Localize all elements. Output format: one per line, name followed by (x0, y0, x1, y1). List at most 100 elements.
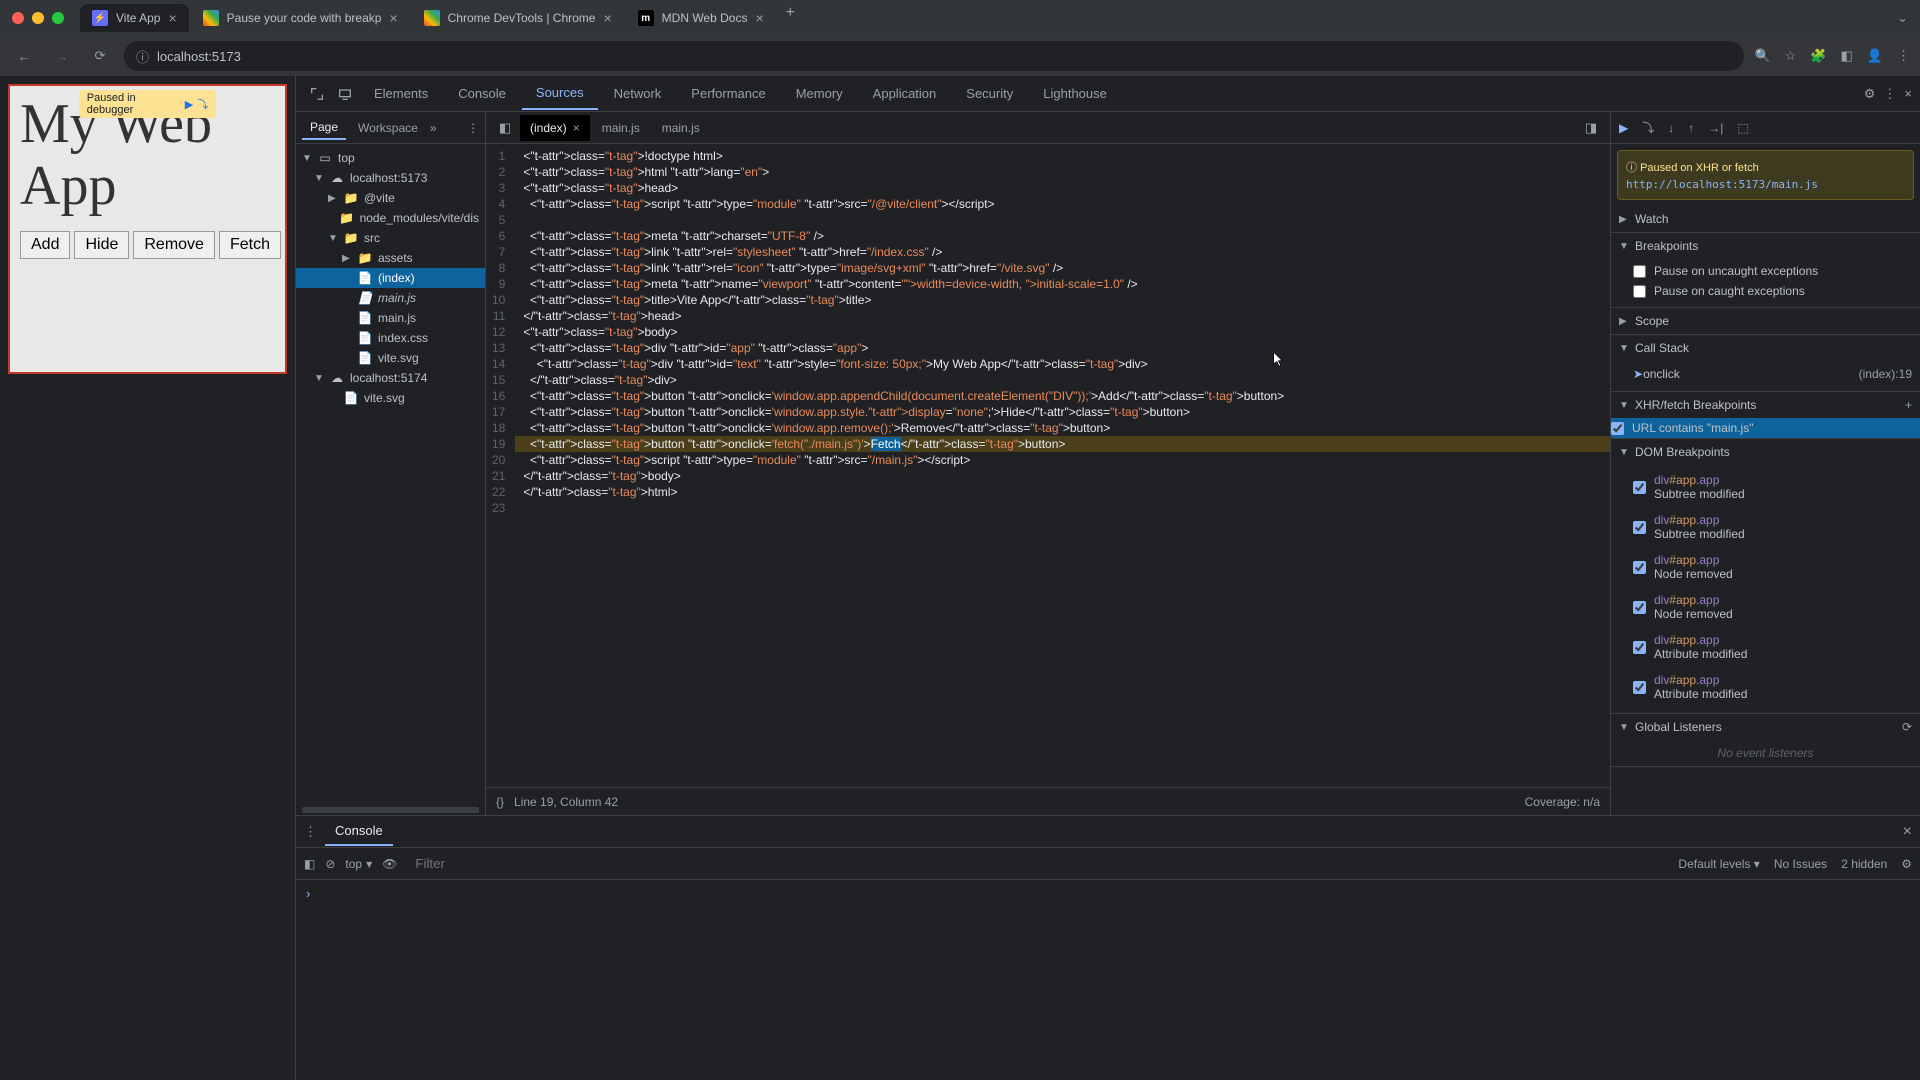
tab-sources[interactable]: Sources (522, 77, 598, 110)
close-tab-icon[interactable]: × (755, 10, 763, 26)
dom-breakpoint-item[interactable]: div#app.appAttribute modified (1633, 667, 1912, 707)
braces-icon[interactable]: {} (496, 795, 504, 809)
xhr-breakpoint-item[interactable]: URL contains "main.js" (1611, 418, 1920, 438)
nav-tab-workspace[interactable]: Workspace (350, 117, 426, 139)
maximize-window-icon[interactable] (52, 12, 64, 24)
editor-tab[interactable]: main.js (592, 115, 650, 141)
close-window-icon[interactable] (12, 12, 24, 24)
dom-breakpoint-item[interactable]: div#app.appSubtree modified (1633, 507, 1912, 547)
device-icon[interactable] (332, 81, 358, 107)
dom-breakpoint-item[interactable]: div#app.appAttribute modified (1633, 627, 1912, 667)
bookmark-icon[interactable]: ☆ (1785, 48, 1797, 64)
resume-icon[interactable]: ▶ (185, 98, 193, 111)
callstack-section[interactable]: ▼Call Stack (1611, 335, 1920, 361)
more-icon[interactable]: ⋮ (1883, 86, 1896, 102)
new-tab-button[interactable]: + (778, 4, 803, 32)
close-tab-icon[interactable]: × (389, 10, 397, 26)
tab-security[interactable]: Security (952, 78, 1027, 109)
zoom-icon[interactable]: 🔍 (1754, 48, 1770, 64)
tab-lighthouse[interactable]: Lighthouse (1029, 78, 1121, 109)
code-body[interactable]: 1234567891011121314151617181920212223 <"… (486, 144, 1610, 787)
tree-file[interactable]: 📄vite.svg (296, 388, 485, 408)
pause-uncaught-checkbox[interactable]: Pause on uncaught exceptions (1633, 261, 1912, 281)
close-tab-icon[interactable]: × (603, 10, 611, 26)
tree-folder[interactable]: 📁node_modules/vite/dis (296, 208, 485, 228)
resume-icon[interactable]: ▶ (1619, 121, 1628, 135)
add-button[interactable]: Add (20, 231, 70, 259)
dom-breakpoint-item[interactable]: div#app.appNode removed (1633, 587, 1912, 627)
menu-icon[interactable]: ⋮ (1897, 48, 1910, 64)
tab-overflow-icon[interactable]: ⌄ (1897, 10, 1908, 26)
close-devtools-icon[interactable]: × (1904, 86, 1912, 101)
forward-button[interactable]: → (48, 42, 76, 70)
resize-handle[interactable] (302, 807, 479, 813)
step-icon[interactable]: ⤵ (197, 96, 208, 112)
hidden-count[interactable]: 2 hidden (1841, 857, 1887, 871)
step-over-icon[interactable]: ⤵ (1642, 119, 1654, 136)
sidebar-toggle-icon[interactable]: ◧ (304, 857, 315, 871)
hide-button[interactable]: Hide (74, 231, 129, 259)
settings-icon[interactable]: ⚙ (1864, 86, 1876, 102)
inspect-icon[interactable] (304, 81, 330, 107)
tree-file-index[interactable]: 📄(index) (296, 268, 485, 288)
drawer-tab-console[interactable]: Console (325, 817, 393, 846)
breakpoints-section[interactable]: ▼Breakpoints (1611, 233, 1920, 259)
deactivate-breakpoints-icon[interactable]: ⬚ (1737, 121, 1748, 135)
site-info-icon[interactable]: ⓘ (136, 47, 149, 66)
step-icon[interactable]: →| (1708, 121, 1723, 135)
close-tab-icon[interactable]: × (168, 10, 176, 26)
pause-caught-checkbox[interactable]: Pause on caught exceptions (1633, 281, 1912, 301)
profile-icon[interactable]: 👤 (1867, 48, 1883, 64)
toggle-nav-icon[interactable]: ◧ (492, 115, 518, 141)
close-drawer-icon[interactable]: × (1903, 823, 1912, 841)
reload-button[interactable]: ⟳ (86, 42, 114, 70)
xhr-breakpoints-section[interactable]: ▼XHR/fetch Breakpoints+ (1611, 392, 1920, 418)
tree-folder[interactable]: ▶📁@vite (296, 188, 485, 208)
editor-tab[interactable]: (index)× (520, 115, 590, 141)
extension-icon[interactable]: 🧩 (1810, 48, 1826, 64)
url-field[interactable]: ⓘ localhost:5173 (124, 41, 1744, 71)
global-listeners-section[interactable]: ▼Global Listeners⟳ (1611, 714, 1920, 740)
clear-console-icon[interactable]: ⊘ (325, 857, 335, 871)
log-levels-dropdown[interactable]: Default levels ▾ (1678, 857, 1759, 871)
stack-frame[interactable]: ➤ onclick(index):19 (1633, 363, 1912, 385)
tree-top[interactable]: ▼▭top (296, 148, 485, 168)
tab-performance[interactable]: Performance (677, 78, 779, 109)
tree-file[interactable]: 📄vite.svg (296, 348, 485, 368)
code-lines[interactable]: <"t-attr">class="t-tag">!doctype html><"… (515, 144, 1610, 787)
browser-tab[interactable]: Pause your code with breakp × (191, 4, 410, 32)
scope-section[interactable]: ▶Scope (1611, 308, 1920, 334)
fetch-button[interactable]: Fetch (219, 231, 281, 259)
tree-file[interactable]: 📄main.js (296, 308, 485, 328)
tab-memory[interactable]: Memory (782, 78, 857, 109)
tab-network[interactable]: Network (600, 78, 676, 109)
console-body[interactable]: › (296, 880, 1920, 1080)
tab-application[interactable]: Application (859, 78, 951, 109)
tab-console[interactable]: Console (444, 78, 520, 109)
tab-elements[interactable]: Elements (360, 78, 442, 109)
watch-section[interactable]: ▶Watch (1611, 206, 1920, 232)
browser-tab-active[interactable]: ⚡ Vite App × (80, 4, 189, 32)
browser-tab[interactable]: Chrome DevTools | Chrome × (412, 4, 624, 32)
minimize-window-icon[interactable] (32, 12, 44, 24)
nav-tab-page[interactable]: Page (302, 116, 346, 140)
step-into-icon[interactable]: ↓ (1668, 121, 1674, 135)
toggle-sidebar-icon[interactable]: ◨ (1578, 115, 1604, 141)
add-xhr-icon[interactable]: + (1905, 398, 1912, 412)
issues-label[interactable]: No Issues (1774, 857, 1827, 871)
tree-host[interactable]: ▼☁localhost:5174 (296, 368, 485, 388)
sidepanel-icon[interactable]: ◧ (1841, 48, 1853, 64)
dom-breakpoint-item[interactable]: div#app.appNode removed (1633, 547, 1912, 587)
live-expression-icon[interactable]: 👁 (382, 857, 397, 871)
console-filter-input[interactable] (407, 852, 1668, 875)
dom-breakpoint-item[interactable]: div#app.appSubtree modified (1633, 467, 1912, 507)
tree-folder[interactable]: ▼📁src (296, 228, 485, 248)
console-settings-icon[interactable]: ⚙ (1901, 857, 1912, 871)
tree-file[interactable]: 📄main.js (296, 288, 485, 308)
close-icon[interactable]: × (573, 121, 580, 135)
back-button[interactable]: ← (10, 42, 38, 70)
tree-host[interactable]: ▼☁localhost:5173 (296, 168, 485, 188)
refresh-icon[interactable]: ⟳ (1902, 720, 1912, 734)
browser-tab[interactable]: m MDN Web Docs × (626, 4, 776, 32)
dom-breakpoints-section[interactable]: ▼DOM Breakpoints (1611, 439, 1920, 465)
